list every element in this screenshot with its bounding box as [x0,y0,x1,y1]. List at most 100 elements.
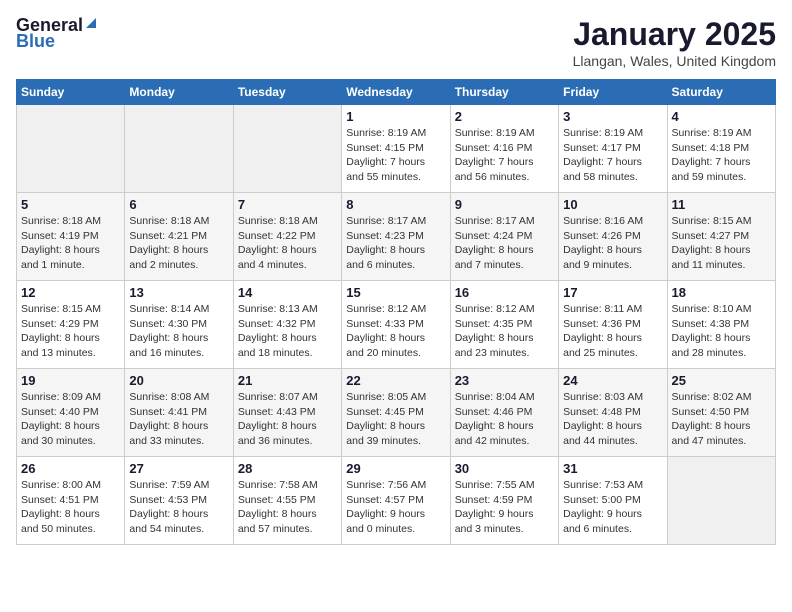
day-cell-17: 17Sunrise: 8:11 AM Sunset: 4:36 PM Dayli… [559,281,667,369]
day-number: 3 [563,109,662,124]
week-row-4: 19 Sunrise: 8:09 AM Sunset: 4:40 PM Dayli… [17,369,776,457]
day-cell-3: 3 Sunrise: 8:19 AM Sunset: 4:17 PM Daylig… [559,105,667,193]
day-number: 6 [129,197,228,212]
day-cell-25: 25 Sunrise: 8:02 AM Sunset: 4:50 PM Dayli… [667,369,775,457]
day-cell-23: 23 Sunrise: 8:04 AM Sunset: 4:46 PM Dayli… [450,369,558,457]
weekday-header-row: SundayMondayTuesdayWednesdayThursdayFrid… [17,80,776,105]
logo-triangle-icon [84,16,98,30]
day-info: Sunrise: 8:05 AM Sunset: 4:45 PM Dayligh… [346,390,445,449]
empty-cell [17,105,125,193]
day-info: Sunrise: 8:12 AM Sunset: 4:33 PM Dayligh… [346,302,445,361]
location-text: Llangan, Wales, United Kingdom [573,53,776,69]
weekday-header-friday: Friday [559,80,667,105]
day-info: Sunrise: 8:16 AM Sunset: 4:26 PM Dayligh… [563,214,662,273]
day-info: Sunrise: 8:18 AM Sunset: 4:21 PM Dayligh… [129,214,228,273]
day-number: 8 [346,197,445,212]
day-number: 24 [563,373,662,388]
day-info: Sunrise: 8:09 AM Sunset: 4:40 PM Dayligh… [21,390,120,449]
day-number: 1 [346,109,445,124]
day-cell-16: 16Sunrise: 8:12 AM Sunset: 4:35 PM Dayli… [450,281,558,369]
weekday-header-saturday: Saturday [667,80,775,105]
month-title: January 2025 [573,16,776,53]
day-number: 19 [21,373,120,388]
day-info: Sunrise: 8:04 AM Sunset: 4:46 PM Dayligh… [455,390,554,449]
day-info: Sunrise: 8:13 AM Sunset: 4:32 PM Dayligh… [238,302,337,361]
day-cell-30: 30 Sunrise: 7:55 AM Sunset: 4:59 PM Dayli… [450,457,558,545]
day-cell-8: 8 Sunrise: 8:17 AM Sunset: 4:23 PM Daylig… [342,193,450,281]
day-number: 5 [21,197,120,212]
day-info: Sunrise: 8:19 AM Sunset: 4:17 PM Dayligh… [563,126,662,185]
day-info: Sunrise: 8:11 AM Sunset: 4:36 PM Dayligh… [563,302,662,361]
day-number: 14 [238,285,337,300]
day-number: 22 [346,373,445,388]
day-cell-11: 11 Sunrise: 8:15 AM Sunset: 4:27 PM Dayli… [667,193,775,281]
empty-cell [125,105,233,193]
calendar-table: SundayMondayTuesdayWednesdayThursdayFrid… [16,79,776,545]
day-cell-2: 2 Sunrise: 8:19 AM Sunset: 4:16 PM Daylig… [450,105,558,193]
day-cell-24: 24Sunrise: 8:03 AM Sunset: 4:48 PM Dayli… [559,369,667,457]
day-cell-7: 7 Sunrise: 8:18 AM Sunset: 4:22 PM Daylig… [233,193,341,281]
day-info: Sunrise: 8:07 AM Sunset: 4:43 PM Dayligh… [238,390,337,449]
day-cell-14: 14 Sunrise: 8:13 AM Sunset: 4:32 PM Dayli… [233,281,341,369]
logo-blue-text: Blue [16,32,98,50]
day-number: 7 [238,197,337,212]
day-number: 2 [455,109,554,124]
day-number: 26 [21,461,120,476]
week-row-3: 12 Sunrise: 8:15 AM Sunset: 4:29 PM Dayli… [17,281,776,369]
day-info: Sunrise: 8:15 AM Sunset: 4:27 PM Dayligh… [672,214,771,273]
day-number: 11 [672,197,771,212]
day-number: 29 [346,461,445,476]
day-info: Sunrise: 8:08 AM Sunset: 4:41 PM Dayligh… [129,390,228,449]
week-row-2: 5 Sunrise: 8:18 AM Sunset: 4:19 PM Daylig… [17,193,776,281]
weekday-header-tuesday: Tuesday [233,80,341,105]
day-number: 30 [455,461,554,476]
day-info: Sunrise: 7:55 AM Sunset: 4:59 PM Dayligh… [455,478,554,537]
day-cell-27: 27 Sunrise: 7:59 AM Sunset: 4:53 PM Dayli… [125,457,233,545]
day-number: 15 [346,285,445,300]
day-cell-15: 15 Sunrise: 8:12 AM Sunset: 4:33 PM Dayli… [342,281,450,369]
day-info: Sunrise: 8:17 AM Sunset: 4:23 PM Dayligh… [346,214,445,273]
day-cell-6: 6 Sunrise: 8:18 AM Sunset: 4:21 PM Daylig… [125,193,233,281]
day-number: 31 [563,461,662,476]
day-number: 13 [129,285,228,300]
day-info: Sunrise: 8:18 AM Sunset: 4:22 PM Dayligh… [238,214,337,273]
day-number: 27 [129,461,228,476]
day-cell-22: 22 Sunrise: 8:05 AM Sunset: 4:45 PM Dayli… [342,369,450,457]
day-info: Sunrise: 7:58 AM Sunset: 4:55 PM Dayligh… [238,478,337,537]
day-info: Sunrise: 8:12 AM Sunset: 4:35 PM Dayligh… [455,302,554,361]
day-number: 21 [238,373,337,388]
weekday-header-sunday: Sunday [17,80,125,105]
page-header: General Blue January 2025 Llangan, Wales… [16,16,776,69]
day-info: Sunrise: 8:19 AM Sunset: 4:15 PM Dayligh… [346,126,445,185]
day-info: Sunrise: 8:02 AM Sunset: 4:50 PM Dayligh… [672,390,771,449]
title-block: January 2025 Llangan, Wales, United King… [573,16,776,69]
day-cell-13: 13 Sunrise: 8:14 AM Sunset: 4:30 PM Dayli… [125,281,233,369]
day-info: Sunrise: 7:56 AM Sunset: 4:57 PM Dayligh… [346,478,445,537]
weekday-header-monday: Monday [125,80,233,105]
day-info: Sunrise: 7:53 AM Sunset: 5:00 PM Dayligh… [563,478,662,537]
day-number: 12 [21,285,120,300]
day-number: 25 [672,373,771,388]
day-number: 18 [672,285,771,300]
day-cell-21: 21 Sunrise: 8:07 AM Sunset: 4:43 PM Dayli… [233,369,341,457]
day-info: Sunrise: 7:59 AM Sunset: 4:53 PM Dayligh… [129,478,228,537]
day-info: Sunrise: 8:15 AM Sunset: 4:29 PM Dayligh… [21,302,120,361]
day-number: 23 [455,373,554,388]
day-cell-1: 1 Sunrise: 8:19 AM Sunset: 4:15 PM Daylig… [342,105,450,193]
day-cell-26: 26Sunrise: 8:00 AM Sunset: 4:51 PM Dayli… [17,457,125,545]
day-cell-20: 20 Sunrise: 8:08 AM Sunset: 4:41 PM Dayli… [125,369,233,457]
empty-cell [667,457,775,545]
day-cell-4: 4Sunrise: 8:19 AM Sunset: 4:18 PM Daylig… [667,105,775,193]
logo: General Blue [16,16,98,50]
weekday-header-thursday: Thursday [450,80,558,105]
day-cell-12: 12 Sunrise: 8:15 AM Sunset: 4:29 PM Dayli… [17,281,125,369]
day-number: 20 [129,373,228,388]
day-info: Sunrise: 8:14 AM Sunset: 4:30 PM Dayligh… [129,302,228,361]
day-info: Sunrise: 8:19 AM Sunset: 4:16 PM Dayligh… [455,126,554,185]
day-cell-29: 29 Sunrise: 7:56 AM Sunset: 4:57 PM Dayli… [342,457,450,545]
day-info: Sunrise: 8:18 AM Sunset: 4:19 PM Dayligh… [21,214,120,273]
weekday-header-wednesday: Wednesday [342,80,450,105]
day-info: Sunrise: 8:19 AM Sunset: 4:18 PM Dayligh… [672,126,771,185]
day-cell-10: 10Sunrise: 8:16 AM Sunset: 4:26 PM Dayli… [559,193,667,281]
day-cell-9: 9Sunrise: 8:17 AM Sunset: 4:24 PM Daylig… [450,193,558,281]
